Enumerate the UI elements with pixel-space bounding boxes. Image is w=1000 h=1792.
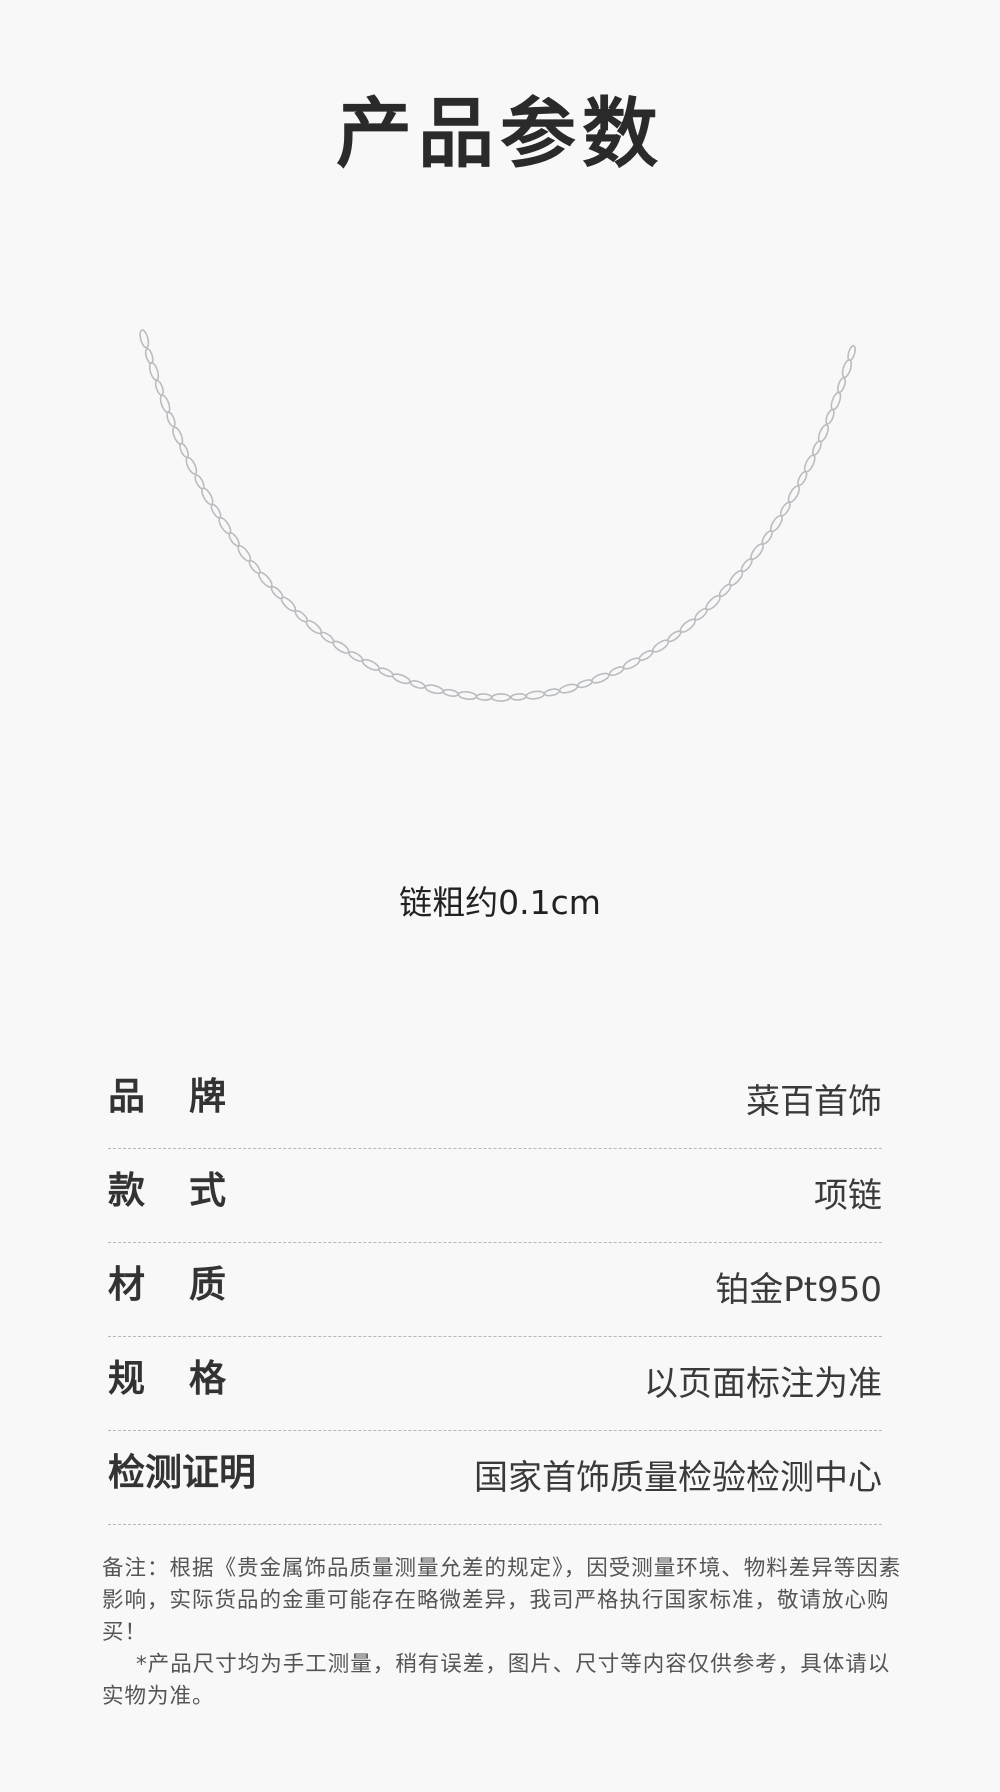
spec-label-size: 规格 — [108, 1357, 270, 1400]
chain-link — [378, 667, 394, 678]
chain-link — [144, 347, 154, 365]
chain-link — [332, 640, 350, 654]
chain-link — [622, 657, 641, 670]
disclaimer-note: 备注：根据《贵金属饰品质量测量允差的规定》，因受测量环境、物料差异等因素影响，实… — [102, 1553, 910, 1713]
chain-link — [280, 596, 297, 612]
chain-link — [608, 666, 625, 677]
spec-value-material: 铂金Pt950 — [715, 1270, 882, 1310]
spec-row-brand: 品牌 菜百首饰 — [108, 1055, 882, 1149]
chain-link — [525, 690, 545, 700]
chain-link — [510, 693, 527, 701]
spec-label-material: 材质 — [108, 1263, 270, 1306]
note-paragraph-2: *产品尺寸均为手工测量，稍有误差，图片、尺寸等内容仅供参考，具体请以实物为准。 — [102, 1652, 891, 1709]
chain-link — [667, 630, 682, 643]
chain-link — [179, 442, 190, 459]
chain-link — [392, 673, 411, 685]
chain-link — [836, 377, 847, 394]
chain-link — [154, 379, 164, 396]
spec-row-certificate: 检测证明 国家首饰质量检验检测中心 — [108, 1431, 882, 1525]
spec-row-style: 款式 项链 — [108, 1149, 882, 1243]
chain-link — [797, 470, 808, 487]
chain-link — [475, 693, 493, 701]
chain-link — [638, 650, 654, 661]
spec-row-material: 材质 铂金Pt950 — [108, 1243, 882, 1337]
chain-link — [847, 345, 856, 362]
chain-link — [210, 503, 222, 519]
chain-link — [166, 411, 176, 428]
chain-thickness-caption: 链粗约0.1cm — [399, 883, 601, 922]
chain-link — [305, 619, 322, 635]
chain-link — [652, 639, 670, 653]
note-paragraph-1: 备注：根据《贵金属饰品质量测量允差的规定》，因受测量环境、物料差异等因素影响，实… — [102, 1556, 902, 1645]
spec-table: 品牌 菜百首饰 款式 项链 材质 铂金Pt950 规格 以页面标注为准 检测证明… — [108, 1055, 882, 1525]
product-params-page: 产品参数 链粗约0.1cm 品牌 菜百首饰 款式 项链 材质 铂金Pt950 规… — [0, 0, 1000, 1792]
chain-link — [409, 680, 426, 689]
chain-link — [817, 423, 830, 443]
chain-link — [558, 683, 579, 694]
chain-link — [148, 361, 160, 381]
spec-label-certificate: 检测证明 — [108, 1451, 256, 1494]
chain-link — [172, 426, 184, 445]
chain-link — [237, 545, 252, 562]
chain-link — [457, 690, 478, 701]
spec-value-brand: 菜百首饰 — [746, 1082, 882, 1122]
chain-link — [591, 672, 610, 684]
chain-link — [228, 532, 240, 547]
spec-row-size: 规格 以页面标注为准 — [108, 1337, 882, 1431]
chain-link — [705, 595, 721, 611]
spec-value-size: 以页面标注为准 — [644, 1364, 882, 1404]
page-title: 产品参数 — [336, 89, 664, 178]
chain-link — [576, 679, 593, 689]
chain-link — [543, 688, 561, 697]
chain-link — [424, 684, 444, 695]
chain-link — [442, 688, 459, 697]
spec-value-style: 项链 — [814, 1176, 882, 1216]
spec-label-style: 款式 — [108, 1169, 270, 1212]
chain-link — [185, 456, 198, 475]
chain-link — [803, 454, 816, 473]
necklace-image — [139, 329, 856, 702]
chain-link — [491, 693, 511, 702]
spec-value-certificate: 国家首饰质量检验检测中心 — [474, 1458, 882, 1498]
chain-link — [139, 329, 150, 349]
chain-link — [159, 394, 171, 414]
chain-link — [841, 359, 853, 379]
chain-link — [830, 391, 842, 411]
chain-link — [769, 514, 783, 533]
chain-link — [750, 543, 764, 560]
chain-link — [779, 501, 791, 517]
spec-label-brand: 品牌 — [108, 1075, 270, 1118]
chain-link — [787, 485, 801, 503]
necklace-chain — [139, 329, 856, 702]
chain-link — [740, 558, 753, 573]
chain-link — [825, 408, 835, 425]
chain-link — [361, 658, 380, 671]
chain-link — [679, 618, 696, 633]
chain-link — [258, 571, 273, 588]
chain-link — [348, 651, 364, 662]
chain-link — [201, 487, 214, 506]
